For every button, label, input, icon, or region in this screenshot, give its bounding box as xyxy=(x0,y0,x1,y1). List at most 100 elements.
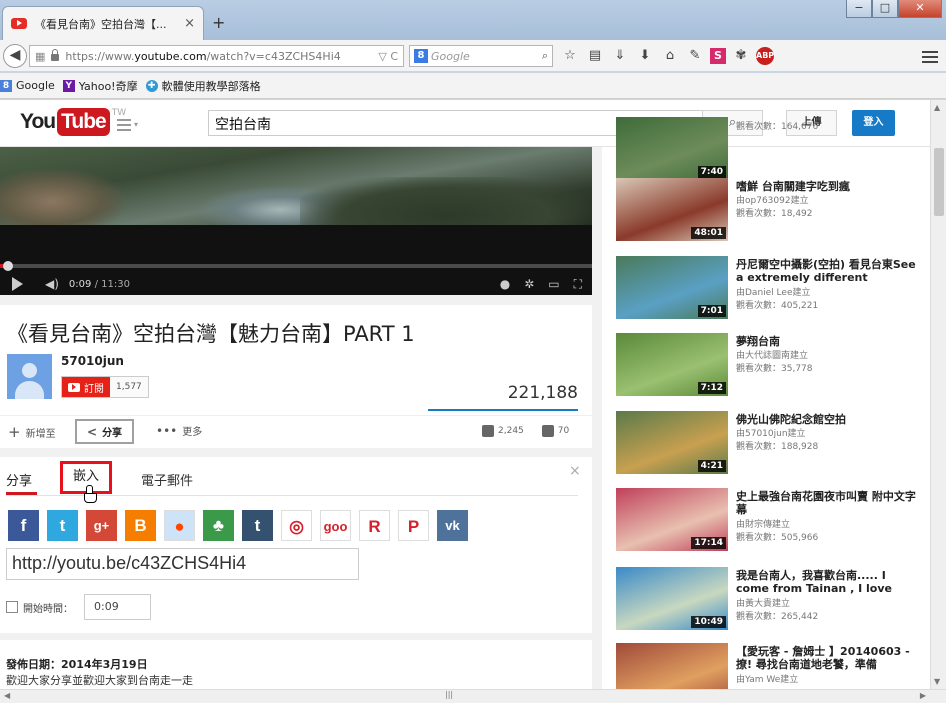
related-video-item[interactable]: 【愛玩客 - 詹姆士 】20140603 - 撩! 尋找台南道地老饕，準備 由Ya… xyxy=(616,643,926,689)
guide-menu-icon[interactable]: ▾ xyxy=(117,116,139,134)
hamburger-menu-icon[interactable] xyxy=(922,48,938,66)
reddit-icon[interactable]: ● xyxy=(164,510,195,541)
share-url-input[interactable]: http://youtu.be/c43ZCHS4Hi4 xyxy=(6,548,359,580)
downloads-icon[interactable]: ⬇ xyxy=(635,46,655,66)
adblock-icon[interactable]: ABP xyxy=(756,47,774,65)
goo-icon[interactable]: goo xyxy=(320,510,351,541)
theater-mode-icon[interactable]: ▭ xyxy=(548,277,559,292)
video-thumbnail[interactable]: 17:14 xyxy=(616,488,728,551)
related-video-views: 觀看次數：505,966 xyxy=(736,533,819,543)
related-video-title[interactable]: 嗜鮮 台南關建字吃到瘋 xyxy=(736,180,916,193)
video-thumbnail[interactable]: 48:01 xyxy=(616,178,728,241)
add-to-button[interactable]: + 新增至 xyxy=(8,423,56,441)
youtube-logo[interactable]: You Tube TW xyxy=(20,108,126,136)
google-search-engine-icon[interactable]: 8 xyxy=(414,49,428,63)
start-time-label: 開始時間： xyxy=(23,603,73,615)
maximize-button[interactable]: □ xyxy=(872,0,898,18)
facebook-icon[interactable]: f xyxy=(8,510,39,541)
browser-tab[interactable]: 《看見台南》空拍台灣【... × xyxy=(2,6,204,40)
related-video-item[interactable]: 17:14 史上最強台南花園夜市叫賣 附中文字幕由財宗傳建立觀看次數：505,96… xyxy=(616,488,926,552)
twitter-icon[interactable]: t xyxy=(47,510,78,541)
dislike-button[interactable]: 70 xyxy=(541,425,569,437)
video-duration: 48:01 xyxy=(691,227,726,239)
blogger-icon[interactable]: B xyxy=(125,510,156,541)
weibo-icon[interactable]: ◎ xyxy=(281,510,312,541)
related-video-item[interactable]: 4:21 佛光山佛陀紀念館空拍 由57010jun建立 觀看次數：188,928 xyxy=(616,411,926,475)
video-thumbnail[interactable]: 7:40 xyxy=(616,117,728,180)
home-icon[interactable]: ⌂ xyxy=(660,46,680,66)
progress-handle[interactable] xyxy=(3,261,13,271)
more-dots-icon: ••• xyxy=(156,423,178,438)
wretch-icon[interactable]: ♣ xyxy=(203,510,234,541)
related-video-title[interactable]: 史上最強台南花園夜市叫賣 附中文字幕 xyxy=(736,490,916,516)
video-thumbnail[interactable]: 7:01 xyxy=(616,256,728,319)
bookmark-blog[interactable]: ✚ 軟體使用教學部落格 xyxy=(145,78,261,94)
google-plus-icon[interactable]: g+ xyxy=(86,510,117,541)
related-video-title[interactable]: 【愛玩客 - 詹姆士 】20140603 - 撩! 尋找台南道地老饕，準備 xyxy=(736,645,916,671)
video-player[interactable]: ◀) 0:09 / 11:30 ● ✲ ▭ ⛶ xyxy=(0,147,592,295)
video-thumbnail[interactable] xyxy=(616,643,728,689)
addon-icon[interactable]: ✾ xyxy=(731,46,751,66)
bookmark-yahoo[interactable]: Y Yahoo!奇摩 xyxy=(62,78,138,94)
like-button[interactable]: 2,245 xyxy=(482,425,524,437)
video-thumbnail[interactable]: 10:49 xyxy=(616,567,728,630)
tab-title: 《看見台南》空拍台灣【... xyxy=(35,17,167,31)
address-bar[interactable]: ▦ https://www.youtube.com/watch?v=c43ZCH… xyxy=(29,45,404,67)
channel-name[interactable]: 57010jun xyxy=(61,354,124,368)
related-video-item[interactable]: 48:01 嗜鮮 台南關建字吃到瘋 由op763092建立 觀看次數：18,492 xyxy=(616,178,926,242)
close-window-button[interactable]: ✕ xyxy=(898,0,942,18)
reader-icon[interactable]: R xyxy=(359,510,390,541)
start-time-checkbox[interactable] xyxy=(6,601,18,613)
minimize-button[interactable]: − xyxy=(846,0,872,18)
related-video-item[interactable]: 7:12 夢翔台南 由大代誌圖南建立 觀看次數：35,778 xyxy=(616,333,926,397)
bookmark-star-icon[interactable]: ☆ xyxy=(560,46,580,66)
video-thumbnail[interactable]: 4:21 xyxy=(616,411,728,474)
scrollbar-thumb[interactable] xyxy=(934,148,944,216)
tab-share[interactable]: 分享 xyxy=(6,470,32,489)
reload-icon[interactable]: ▽ C xyxy=(378,50,398,63)
related-video-item[interactable]: 7:01 丹尼爾空中攝影(空拍) 看見台東See a extremely diff… xyxy=(616,256,926,320)
bookmark-google[interactable]: 8 Google xyxy=(0,79,55,92)
vk-icon[interactable]: vk xyxy=(437,510,468,541)
subscribe-button[interactable]: 訂閱 1,577 xyxy=(61,376,149,398)
related-video-title[interactable]: 佛光山佛陀紀念館空拍 xyxy=(736,413,916,426)
search-icon[interactable]: ⌕ xyxy=(542,49,548,63)
annotations-icon[interactable]: ● xyxy=(500,277,510,292)
pinterest-icon[interactable]: P xyxy=(398,510,429,541)
close-icon[interactable]: × xyxy=(569,463,581,479)
share-button[interactable]: < 分享 xyxy=(75,419,135,444)
player-controls: ◀) 0:09 / 11:30 ● ✲ ▭ ⛶ xyxy=(0,273,592,295)
related-video-views: 觀看次數：35,778 xyxy=(736,364,813,374)
related-video-title[interactable]: 夢翔台南 xyxy=(736,335,916,348)
volume-icon[interactable]: ◀) xyxy=(45,277,59,291)
horizontal-scrollbar[interactable]: ◀ ||| ▶ xyxy=(0,689,946,703)
settings-gear-icon[interactable]: ✲ xyxy=(524,277,534,292)
scroll-up-icon: ▲ xyxy=(934,103,941,112)
new-tab-button[interactable]: + xyxy=(212,13,225,32)
related-video-title[interactable]: 丹尼爾空中攝影(空拍) 看見台東See a extremely differen… xyxy=(736,258,916,284)
tab-email[interactable]: 電子郵件 xyxy=(141,470,193,489)
back-button[interactable]: ◀ xyxy=(3,44,27,68)
tab-close-icon[interactable]: × xyxy=(184,16,195,31)
page-info-icon[interactable]: ▦ xyxy=(35,50,45,63)
related-video-uploader: 由財宗傳建立 xyxy=(736,520,791,530)
related-video-item[interactable]: 10:49 我是台南人，我喜歡台南..... I come from Tainan… xyxy=(616,567,926,631)
related-video-title[interactable]: 我是台南人，我喜歡台南..... I come from Tainan , I … xyxy=(736,569,916,595)
vertical-scrollbar[interactable]: ▲ ▼ xyxy=(930,100,946,689)
progress-bar[interactable] xyxy=(0,264,592,268)
more-button[interactable]: ••• 更多 xyxy=(156,423,202,439)
start-time-input[interactable]: 0:09 xyxy=(84,594,151,620)
tumblr-icon[interactable]: t xyxy=(242,510,273,541)
video-thumbnail[interactable]: 7:12 xyxy=(616,333,728,396)
extension-icon[interactable]: ✎ xyxy=(685,46,705,66)
fullscreen-icon[interactable]: ⛶ xyxy=(574,277,582,292)
play-icon[interactable] xyxy=(12,277,23,291)
reading-list-icon[interactable]: ▤ xyxy=(585,46,605,66)
search-placeholder: Google xyxy=(431,49,470,63)
video-frame[interactable] xyxy=(0,147,592,225)
download-helper-icon[interactable]: ⇓ xyxy=(610,46,630,66)
channel-avatar[interactable] xyxy=(7,354,52,399)
related-video-item[interactable]: 7:40 觀看次數：164,676 xyxy=(616,117,926,181)
s-extension-icon[interactable]: S xyxy=(710,48,726,64)
browser-search-box[interactable]: 8 Google ⌕ xyxy=(409,45,553,67)
